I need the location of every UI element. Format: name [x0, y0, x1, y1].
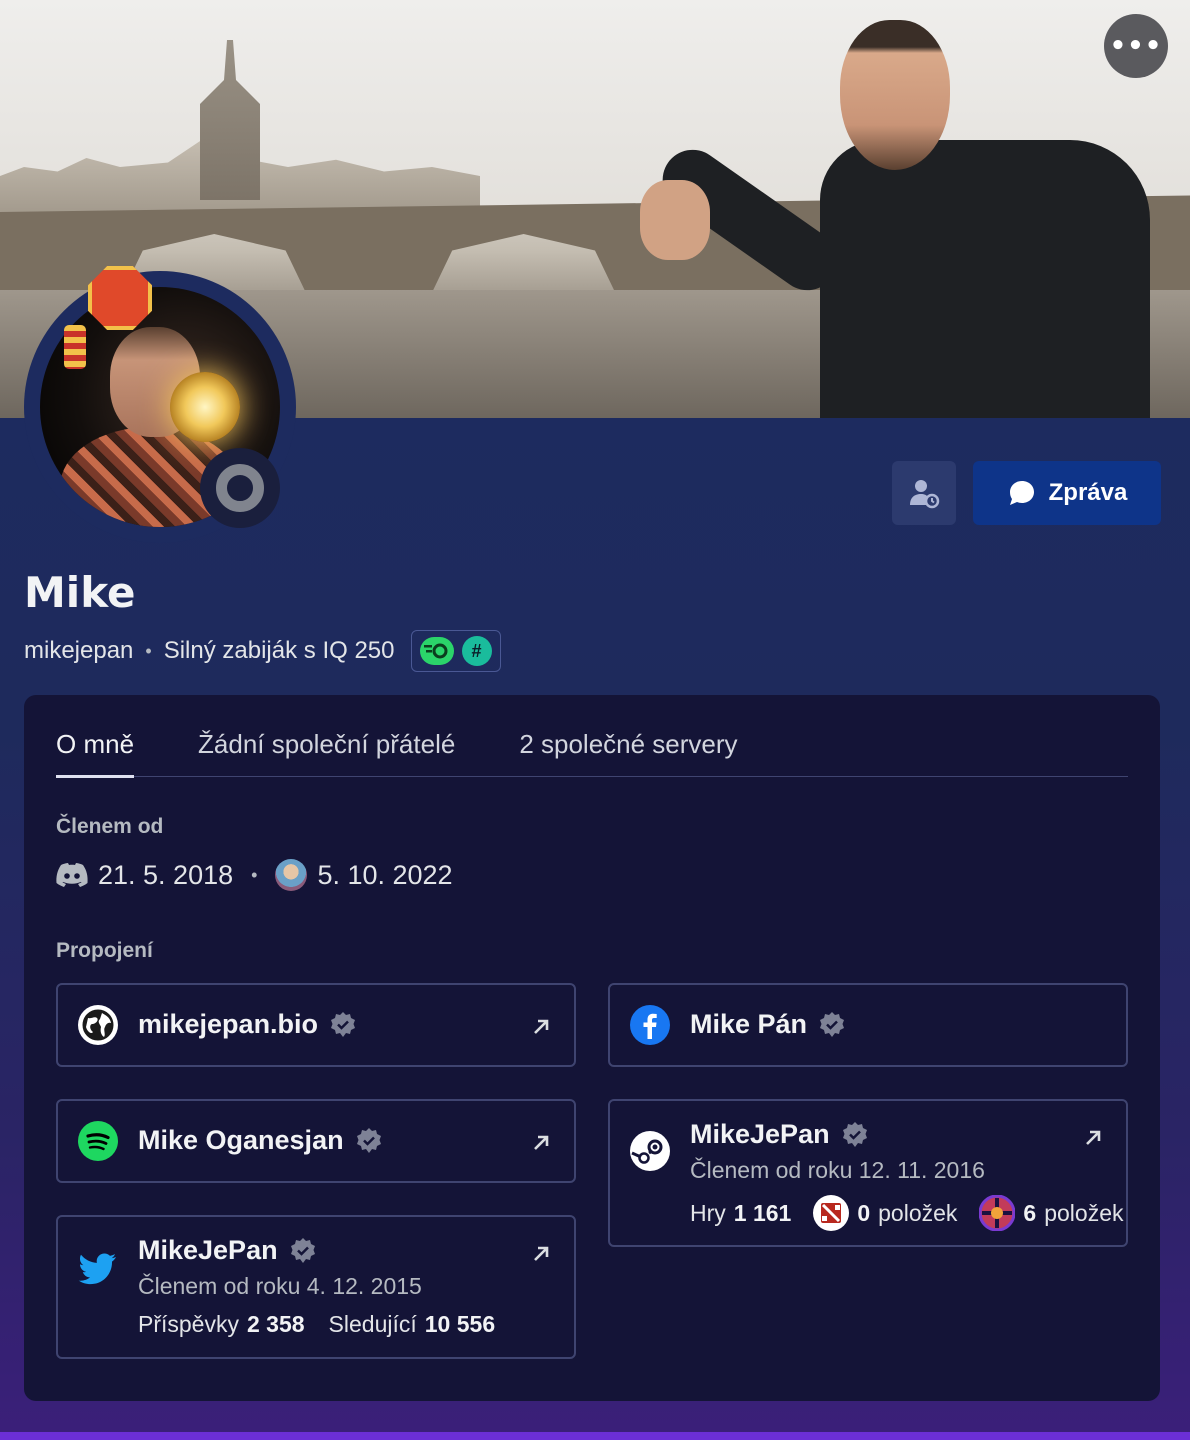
custom-status: Silný zabiják s IQ 250: [163, 637, 395, 664]
steam-icon: [630, 1131, 670, 1171]
dota2-items-count: 0: [857, 1199, 871, 1226]
tab-about-me[interactable]: O mně: [56, 723, 135, 778]
twitter-posts-count: 2 358: [246, 1311, 305, 1337]
profile-subline: mikejepan • Silný zabiják s IQ 250 #: [24, 630, 501, 672]
verified-icon: [820, 1011, 845, 1037]
verified-icon: [356, 1127, 381, 1153]
globe-icon: [78, 1005, 118, 1045]
subline-separator: •: [145, 640, 152, 661]
username[interactable]: mikejepan: [24, 637, 133, 665]
connection-twitter[interactable]: MikeJePan Členem od roku 4. 12. 2015 Pří…: [56, 1215, 576, 1359]
nitro-swirl-icon: [423, 643, 447, 659]
banner-body: [820, 140, 1150, 418]
server-icon: [275, 859, 308, 891]
profile-panel: O mně Žádní společní přátelé 2 společné …: [24, 695, 1160, 1401]
discord-logo-icon: [56, 863, 88, 887]
twitter-name-text: MikeJePan: [138, 1235, 278, 1265]
twitter-posts-label: Příspěvky: [138, 1311, 239, 1337]
connection-steam[interactable]: MikeJePan Členem od roku 12. 11. 2016 Hr…: [608, 1099, 1128, 1247]
tf2-icon: [979, 1195, 1016, 1231]
avatar-decoration-icon: [88, 266, 152, 330]
website-name-text: mikejepan.bio: [138, 1009, 319, 1039]
badge-list: #: [410, 630, 501, 672]
external-link-arrow-icon[interactable]: [530, 1243, 552, 1265]
status-indicator: [200, 448, 280, 528]
connections-heading: Propojení: [56, 939, 153, 962]
connection-website[interactable]: mikejepan.bio: [56, 983, 576, 1067]
facebook-icon: [630, 1005, 670, 1045]
facebook-name-text: Mike Pán: [690, 1009, 808, 1039]
discord-join-date: 21. 5. 2018: [98, 859, 234, 890]
verified-icon: [331, 1011, 356, 1037]
message-button-label: Zpráva: [1048, 479, 1128, 506]
member-since-row: 21. 5. 2018 • 5. 10. 2022: [56, 859, 453, 891]
steam-games-count: 1 161: [733, 1199, 792, 1226]
external-link-arrow-icon[interactable]: [530, 1016, 552, 1038]
twitter-bird-icon: [78, 1249, 118, 1289]
external-link-arrow-icon[interactable]: [1082, 1127, 1104, 1149]
spotify-name-text: Mike Oganesjan: [138, 1125, 344, 1155]
offline-status-icon: [216, 464, 264, 512]
dota2-items-label: položek: [878, 1199, 958, 1226]
spotify-icon: [78, 1121, 118, 1161]
more-icon: •••: [1109, 31, 1163, 61]
banner-head: [840, 20, 950, 170]
connection-facebook-name: Mike Pán: [690, 1009, 847, 1040]
chat-bubble-icon: [1009, 481, 1034, 505]
hypesquad-hash-badge-icon[interactable]: #: [461, 636, 492, 666]
connection-steam-name: MikeJePan: [690, 1119, 870, 1150]
twitter-stats: Příspěvky 2 358 Sledující 10 556: [138, 1311, 495, 1338]
banner-person: [640, 20, 1150, 418]
steam-stats: Hry 1 161 0 položek 6 položek: [690, 1195, 1124, 1231]
bottom-accent-bar: [0, 1432, 1190, 1440]
connection-twitter-name: MikeJePan: [138, 1235, 318, 1266]
twitter-followers-label: Sledující: [328, 1311, 417, 1337]
friend-request-pending-button[interactable]: [892, 461, 956, 525]
server-join-date: 5. 10. 2022: [317, 859, 453, 890]
steam-name-text: MikeJePan: [690, 1119, 830, 1149]
lantern-icon: [64, 325, 86, 369]
steam-member-since: Členem od roku 12. 11. 2016: [690, 1157, 985, 1183]
twitter-followers-count: 10 556: [424, 1311, 496, 1337]
connection-spotify[interactable]: Mike Oganesjan: [56, 1099, 576, 1183]
banner-hand: [640, 180, 710, 260]
pending-friend-icon: [910, 480, 940, 509]
tf2-items-count: 6: [1023, 1199, 1037, 1226]
dota2-icon: [813, 1195, 850, 1231]
tab-mutual-servers[interactable]: 2 společné servery: [519, 723, 737, 777]
message-button[interactable]: Zpráva: [973, 461, 1161, 525]
nitro-badge-icon[interactable]: [419, 637, 454, 665]
connection-facebook[interactable]: Mike Pán: [608, 983, 1128, 1067]
external-link-arrow-icon[interactable]: [530, 1132, 552, 1154]
connection-website-name: mikejepan.bio: [138, 1009, 358, 1040]
tab-mutual-friends[interactable]: Žádní společní přátelé: [198, 723, 455, 777]
display-name: Mike: [24, 568, 136, 617]
steam-games-label: Hry: [690, 1199, 726, 1226]
tf2-items-label: položek: [1044, 1199, 1124, 1226]
profile-tabs: O mně Žádní společní přátelé 2 společné …: [56, 723, 1128, 778]
member-since-heading: Členem od: [56, 815, 164, 838]
connection-spotify-name: Mike Oganesjan: [138, 1125, 384, 1156]
avatar-glow: [170, 372, 240, 442]
member-since-separator: •: [251, 864, 258, 885]
verified-icon: [842, 1121, 867, 1147]
twitter-member-since: Členem od roku 4. 12. 2015: [138, 1273, 422, 1299]
more-options-button[interactable]: •••: [1104, 14, 1168, 78]
verified-icon: [290, 1237, 315, 1263]
